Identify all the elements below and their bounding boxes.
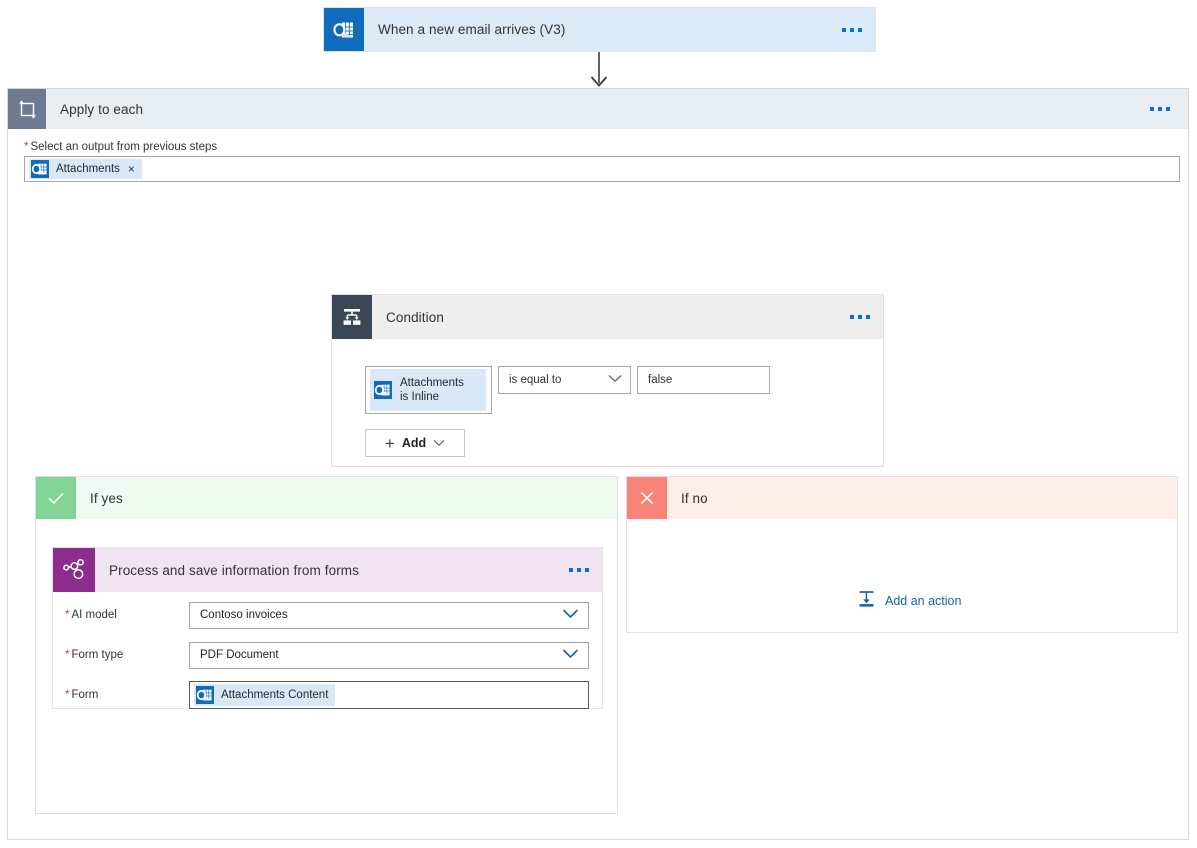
required-marker: * [65, 689, 69, 701]
ai-action-title: Process and save information from forms [95, 548, 556, 592]
select-output-label: *Select an output from previous steps [8, 129, 1188, 156]
trigger-title: When a new email arrives (V3) [364, 8, 829, 51]
outlook-icon [374, 381, 392, 399]
add-action-icon [857, 589, 876, 613]
condition-title: Condition [372, 295, 837, 339]
select-output-label-text: Select an output from previous steps [30, 141, 217, 153]
plus-icon: + [385, 435, 395, 452]
check-icon [36, 477, 76, 519]
form-type-select[interactable]: PDF Document [189, 642, 589, 669]
close-x-icon [627, 477, 667, 519]
branch-if-no-title: If no [667, 477, 1177, 519]
condition-value-text: false [648, 374, 672, 386]
condition-left-operand-field[interactable]: Attachments is Inline [365, 366, 492, 414]
condition-value-input[interactable]: false [637, 366, 770, 394]
trigger-card-header[interactable]: When a new email arrives (V3) [324, 8, 875, 51]
chevron-down-icon [608, 374, 622, 386]
dot [850, 28, 854, 32]
param-label-text: Form [71, 689, 98, 701]
trigger-card-email-arrives[interactable]: When a new email arrives (V3) [323, 7, 876, 52]
dot [1150, 107, 1154, 111]
action-card-process-and-save-forms[interactable]: Process and save information from forms … [52, 547, 603, 709]
dot [577, 568, 581, 572]
ai-action-header[interactable]: Process and save information from forms [53, 548, 602, 592]
token-attachments-content[interactable]: Attachments Content [194, 684, 335, 706]
ai-model-select[interactable]: Contoso invoices [189, 602, 589, 629]
chevron-down-icon [562, 608, 579, 622]
apply-to-each-overflow-menu-button[interactable] [1132, 89, 1188, 129]
dot [858, 28, 862, 32]
add-button-label: Add [402, 436, 426, 450]
ai-model-value: Contoso invoices [200, 609, 288, 621]
dot [850, 315, 854, 319]
add-action-button-if-no[interactable]: Add an action [857, 589, 961, 613]
param-label-text: Form type [71, 649, 123, 661]
outlook-icon [31, 160, 49, 178]
dot [866, 315, 870, 319]
form-type-value: PDF Document [200, 649, 279, 661]
token-label: Attachments Content [221, 689, 328, 701]
token-label-line1: Attachments [400, 376, 464, 390]
connector-arrow-trigger-to-loop [586, 52, 612, 88]
add-condition-row-button[interactable]: + Add [365, 429, 465, 457]
dot [1166, 107, 1170, 111]
param-label-form-type: *Form type [65, 649, 189, 661]
param-row-ai-model: *AI model Contoso invoices [53, 598, 602, 632]
apply-to-each-header[interactable]: Apply to each [8, 89, 1188, 129]
dot [569, 568, 573, 572]
param-label-form: *Form [65, 689, 189, 701]
dot [1158, 107, 1162, 111]
close-icon[interactable]: × [128, 163, 135, 175]
condition-overflow-menu-button[interactable] [837, 295, 883, 339]
branch-if-yes-title: If yes [76, 477, 617, 519]
dot [842, 28, 846, 32]
param-label-text: AI model [71, 609, 116, 621]
branch-if-no-header: If no [627, 477, 1177, 519]
apply-to-each-title: Apply to each [46, 89, 1132, 129]
condition-branch-icon [332, 295, 372, 339]
flow-designer-canvas: When a new email arrives (V3) [0, 0, 1197, 848]
token-label-lines: Attachments is Inline [400, 376, 464, 404]
dot [585, 568, 589, 572]
outlook-icon [324, 8, 364, 51]
ai-builder-nodes-icon [53, 548, 95, 592]
condition-expression-row: Attachments is Inline is equal to false [332, 339, 883, 414]
form-token-input[interactable]: Attachments Content [189, 681, 589, 709]
required-marker: * [24, 141, 28, 153]
chevron-down-icon [433, 436, 445, 450]
dot [858, 315, 862, 319]
param-row-form-type: *Form type PDF Document [53, 638, 602, 672]
required-marker: * [65, 609, 69, 621]
add-action-label: Add an action [885, 594, 961, 608]
token-attachments-is-inline[interactable]: Attachments is Inline [370, 369, 486, 411]
chevron-down-icon [562, 648, 579, 662]
trigger-overflow-menu-button[interactable] [829, 8, 875, 51]
branch-if-yes[interactable]: If yes [35, 476, 618, 814]
token-label-line2: is Inline [400, 390, 464, 404]
token-attachments[interactable]: Attachments × [29, 159, 142, 179]
apply-to-each-scope[interactable]: Apply to each *Select an output from pre… [7, 88, 1189, 840]
branch-if-yes-header: If yes [36, 477, 617, 519]
condition-card[interactable]: Condition [331, 294, 884, 467]
param-row-form: *Form [53, 678, 602, 712]
condition-operator-select[interactable]: is equal to [498, 366, 631, 394]
select-output-input[interactable]: Attachments × [24, 156, 1180, 182]
condition-header[interactable]: Condition [332, 295, 883, 339]
loop-icon [8, 89, 46, 129]
ai-action-overflow-menu-button[interactable] [556, 548, 602, 592]
condition-operator-value: is equal to [509, 374, 561, 386]
param-label-ai-model: *AI model [65, 609, 189, 621]
token-label: Attachments [56, 163, 120, 175]
required-marker: * [65, 649, 69, 661]
outlook-icon [196, 686, 214, 704]
